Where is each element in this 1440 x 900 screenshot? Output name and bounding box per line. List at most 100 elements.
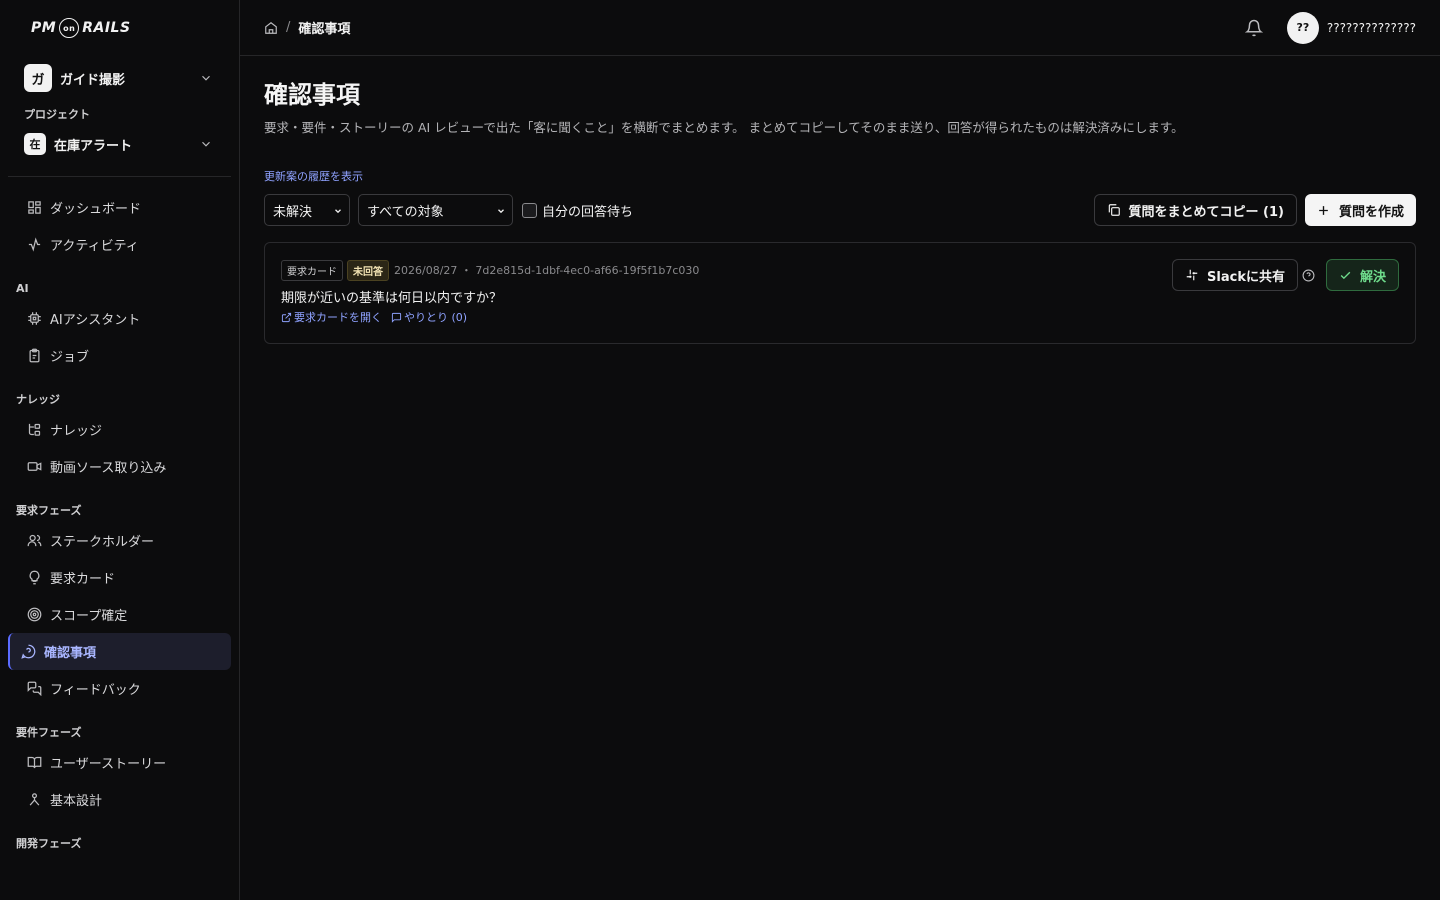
sidebar-item-ai-assistant[interactable]: AIアシスタント <box>8 300 231 337</box>
messages-icon <box>26 681 42 697</box>
create-question-label: 質問を作成 <box>1338 204 1404 220</box>
help-circle-icon <box>20 644 36 660</box>
sidebar-item-label: フィードバック <box>50 683 141 698</box>
sidebar-item-questions[interactable]: 確認事項 <box>8 633 231 670</box>
sidebar-item-requirement-cards[interactable]: 要求カード <box>8 559 231 596</box>
help-circle-icon[interactable] <box>1302 268 1316 282</box>
lightbulb-icon <box>26 570 42 586</box>
breadcrumb-current: 確認事項 <box>298 22 351 37</box>
sidebar-item-label: 要求カード <box>50 572 116 587</box>
video-icon <box>26 459 42 475</box>
sidebar-item-knowledge[interactable]: ナレッジ <box>8 411 231 448</box>
home-icon[interactable] <box>264 21 278 35</box>
question-actions: Slackに共有 解決 <box>1172 259 1399 291</box>
external-link-icon <box>281 312 292 322</box>
message-square-icon <box>391 312 402 323</box>
sidebar-item-label: ダッシュボード <box>50 202 142 217</box>
open-card-label: 要求カードを開く <box>294 311 382 324</box>
page-content: 確認事項 要求・要件・ストーリーの AI レビューで出た「客に聞くこと」を横断で… <box>240 56 1440 344</box>
avatar[interactable]: ?? <box>1286 11 1319 44</box>
bell-icon[interactable] <box>1244 19 1264 37</box>
copy-all-button[interactable]: 質問をまとめてコピー (1) <box>1093 194 1297 226</box>
question-card: 要求カード 未回答 2026/08/27 ・ 7d2e815d-1dbf-4ec… <box>264 242 1416 344</box>
chevron-down-icon <box>199 137 213 151</box>
status-filter-select[interactable]: 未解決 <box>264 194 350 226</box>
sidebar-item-label: 基本設計 <box>50 794 103 809</box>
sidebar-item-basic-design[interactable]: 基本設計 <box>8 781 231 818</box>
project-caption: プロジェクト <box>24 108 90 121</box>
status-badge: 未回答 <box>347 259 389 281</box>
sidebar-item-stakeholders[interactable]: ステークホルダー <box>8 522 231 559</box>
topbar: / 確認事項 ?? ?????????????? <box>240 0 1440 56</box>
sidebar-item-label: ステークホルダー <box>50 535 155 550</box>
activity-icon <box>26 237 42 253</box>
sidebar-item-user-stories[interactable]: ユーザーストーリー <box>8 744 231 781</box>
waiting-filter[interactable]: 自分の回答待ち <box>522 201 633 220</box>
cpu-icon <box>26 311 42 327</box>
tree-icon <box>26 422 42 438</box>
sidebar-item-label: 確認事項 <box>44 646 97 661</box>
filter-toolbar: 未解決 すべての対象 自分の回答待ち 質問をまとめてコピー (1) 質問を作成 <box>264 194 1416 226</box>
sidebar-item-jobs[interactable]: ジョブ <box>8 337 231 374</box>
page-description: 要求・要件・ストーリーの AI レビューで出た「客に聞くこと」を横断でまとめます… <box>264 120 1184 135</box>
chevron-down-icon <box>333 205 343 220</box>
chevron-down-icon <box>496 205 506 220</box>
project-selector[interactable]: 在 在庫アラート <box>24 130 223 158</box>
project-badge: 在 <box>24 133 46 155</box>
username[interactable]: ?????????????? <box>1327 21 1416 35</box>
status-filter-value: 未解決 <box>273 204 313 220</box>
app-logo[interactable]: PM on RAILS <box>0 0 239 56</box>
sidebar-item-activity[interactable]: アクティビティ <box>8 226 231 263</box>
slack-share-button[interactable]: Slackに共有 <box>1172 259 1298 291</box>
plus-icon <box>1317 203 1331 217</box>
main-content: / 確認事項 ?? ?????????????? 確認事項 要求・要件・ストーリ… <box>240 0 1440 900</box>
sidebar: PM on RAILS ガ ガイド撮影 プロジェクト 在 在庫アラート ダッシュ <box>0 0 240 900</box>
sidebar-item-label: ジョブ <box>50 350 90 365</box>
thread-link[interactable]: やりとり (0) <box>391 309 467 325</box>
resolve-label: 解決 <box>1359 269 1386 285</box>
sidebar-item-label: ナレッジ <box>50 424 103 439</box>
logo-right-text: RAILS <box>82 20 131 36</box>
page-title: 確認事項 <box>264 81 360 109</box>
workspace-selector[interactable]: ガ ガイド撮影 <box>24 64 223 92</box>
sidebar-item-label: 動画ソース取り込み <box>50 461 167 476</box>
history-link[interactable]: 更新案の履歴を表示 <box>264 168 363 184</box>
type-tag: 要求カード <box>281 259 343 281</box>
sidebar-item-dashboard[interactable]: ダッシュボード <box>8 189 231 226</box>
sidebar-divider <box>8 176 231 177</box>
thread-label: やりとり (0) <box>404 311 468 324</box>
slack-icon <box>1185 268 1199 282</box>
waiting-checkbox[interactable] <box>522 202 537 218</box>
users-icon <box>26 533 42 549</box>
copy-icon <box>1107 203 1121 217</box>
sidebar-item-video-import[interactable]: 動画ソース取り込み <box>8 448 231 485</box>
nav-group-requirements: 要求フェーズ <box>16 504 82 517</box>
copy-all-label: 質問をまとめてコピー (1) <box>1128 204 1284 220</box>
logo-left-text: PM <box>31 20 57 36</box>
nav-group-development: 開発フェーズ <box>16 837 82 850</box>
sidebar-item-label: スコープ確定 <box>50 609 128 624</box>
question-meta-text: 2026/08/27 ・ 7d2e815d-1dbf-4ec0-af66-19f… <box>394 264 700 277</box>
chevron-down-icon <box>199 71 213 85</box>
dashboard-icon <box>26 200 42 216</box>
create-question-button[interactable]: 質問を作成 <box>1304 194 1416 226</box>
resolve-button[interactable]: 解決 <box>1325 259 1399 291</box>
logo-on-text: on <box>59 18 80 38</box>
workspace-name: ガイド撮影 <box>60 72 126 88</box>
sidebar-item-label: AIアシスタント <box>50 313 141 328</box>
sidebar-item-feedback[interactable]: フィードバック <box>8 670 231 707</box>
open-card-link[interactable]: 要求カードを開く <box>281 309 382 325</box>
question-links: 要求カードを開く やりとり (0) <box>281 309 1399 325</box>
workspace-badge: ガ <box>24 64 52 92</box>
check-icon <box>1339 269 1352 282</box>
sidebar-item-label: アクティビティ <box>50 239 139 254</box>
person-icon <box>26 792 42 808</box>
sidebar-nav: ダッシュボード アクティビティ AI AIアシスタント ジョブ ナレッジ ナレッ… <box>0 189 239 855</box>
nav-group-knowledge: ナレッジ <box>16 393 60 406</box>
target-filter-value: すべての対象 <box>367 204 444 220</box>
target-filter-select[interactable]: すべての対象 <box>358 194 513 226</box>
sidebar-item-scope[interactable]: スコープ確定 <box>8 596 231 633</box>
nav-group-specifications: 要件フェーズ <box>16 726 82 739</box>
breadcrumb-separator: / <box>286 20 291 35</box>
clipboard-icon <box>26 348 42 364</box>
